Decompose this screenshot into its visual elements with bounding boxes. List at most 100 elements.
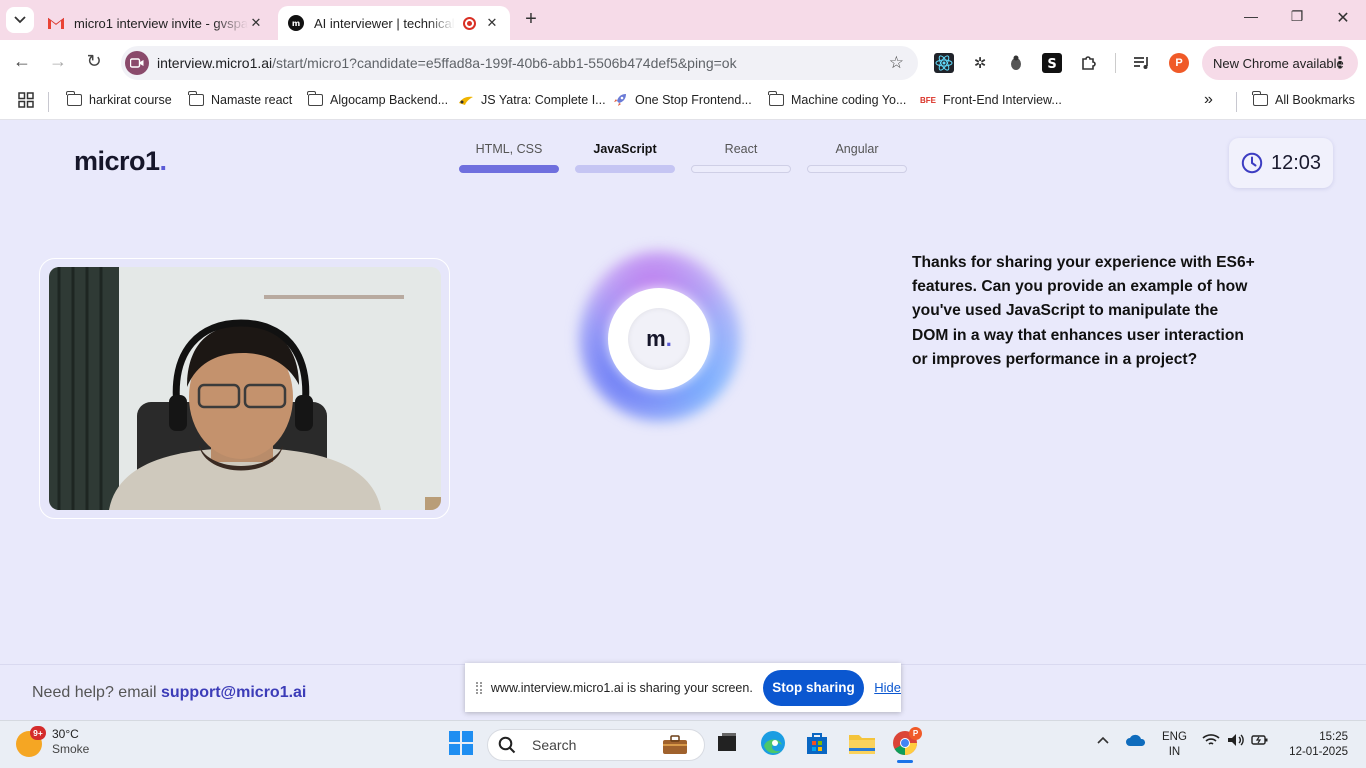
active-app-indicator xyxy=(897,760,913,763)
bookmark-harkirat-course[interactable]: harkirat course xyxy=(65,91,172,107)
micro1-logo: micro1. xyxy=(74,146,167,176)
reload-icon[interactable]: ↻ xyxy=(82,51,106,72)
show-hidden-icons-icon[interactable] xyxy=(1096,733,1110,748)
onedrive-icon[interactable] xyxy=(1125,733,1147,750)
bfe-icon: BFE xyxy=(920,95,936,105)
restore-icon[interactable]: ❐ xyxy=(1285,8,1309,25)
task-view-icon[interactable] xyxy=(714,730,742,758)
search-icon xyxy=(498,736,516,754)
tab-strip: micro1 interview invite - gvspav ✕ m AI … xyxy=(0,0,1366,40)
minimize-icon[interactable]: — xyxy=(1239,8,1263,24)
edge-browser-icon[interactable] xyxy=(760,730,788,758)
folder-icon xyxy=(65,91,82,107)
step-progress-bar xyxy=(807,165,907,173)
share-notice-text: www.interview.micro1.ai is sharing your … xyxy=(490,680,753,695)
bookmarks-divider xyxy=(1236,92,1237,112)
apps-grid-icon[interactable] xyxy=(18,92,34,108)
interview-timer: 12:03 xyxy=(1229,138,1333,188)
drag-handle-icon[interactable] xyxy=(476,681,482,694)
step-angular: Angular xyxy=(807,141,907,173)
weather-widget[interactable]: 9+ 30°C Smoke xyxy=(16,726,89,757)
language-indicator[interactable]: ENG IN xyxy=(1162,730,1187,760)
support-email-link[interactable]: support@micro1.ai xyxy=(161,684,306,701)
windows-taskbar: 9+ 30°C Smoke Search P ENG IN 15:25 12-0… xyxy=(0,720,1366,768)
step-progress-bar xyxy=(575,165,675,173)
forward-arrow-icon[interactable]: → xyxy=(46,51,70,72)
briefcase-icon xyxy=(663,735,687,754)
profile-avatar[interactable]: P xyxy=(1169,53,1189,73)
clock-icon xyxy=(1241,152,1263,174)
tab-gmail[interactable]: micro1 interview invite - gvspav ✕ xyxy=(38,6,274,40)
close-tab-icon[interactable]: ✕ xyxy=(484,15,500,31)
volume-icon[interactable] xyxy=(1227,733,1245,750)
bookmarks-bar: harkirat course Namaste react Algocamp B… xyxy=(0,86,1366,120)
back-arrow-icon[interactable]: ← xyxy=(10,51,34,72)
step-react: React xyxy=(691,141,791,173)
taskbar-search[interactable]: Search xyxy=(487,729,705,761)
bookmark-one-stop-frontend[interactable]: One Stop Frontend... xyxy=(612,93,752,107)
tab-title: micro1 interview invite - gvspav xyxy=(74,15,248,31)
bookmark-front-end-interview[interactable]: BFE Front-End Interview... xyxy=(920,93,1062,107)
media-controls-icon[interactable] xyxy=(1131,52,1153,74)
interview-progress-steps: HTML, CSS JavaScript React Angular xyxy=(459,141,907,173)
s-extension-icon[interactable]: S xyxy=(1041,52,1063,74)
bookmark-star-icon[interactable]: ☆ xyxy=(889,53,904,73)
toolbar-divider xyxy=(1115,53,1116,73)
folder-icon xyxy=(1251,91,1268,107)
folder-icon xyxy=(306,91,323,107)
weather-icon: 9+ xyxy=(16,726,46,757)
battery-icon[interactable] xyxy=(1251,733,1269,750)
bookmark-js-yatra[interactable]: JS Yatra: Complete I... xyxy=(458,93,606,107)
step-progress-bar xyxy=(691,165,791,173)
tab-title: AI interviewer | technical ve xyxy=(314,15,455,31)
browser-toolbar: ← → ↻ interview.micro1.ai/start/micro1?c… xyxy=(0,40,1366,86)
more-menu-icon[interactable]: ⋮ xyxy=(1332,53,1348,73)
screen-share-bar: www.interview.micro1.ai is sharing your … xyxy=(465,663,901,712)
system-clock[interactable]: 15:25 12-01-2025 xyxy=(1284,730,1348,760)
js-icon xyxy=(458,93,474,107)
step-progress-bar xyxy=(459,165,559,173)
step-javascript: JavaScript xyxy=(575,141,675,173)
notification-badge: 9+ xyxy=(30,726,46,740)
camera-permission-icon[interactable] xyxy=(125,51,149,75)
webcam-image xyxy=(49,267,441,510)
bookmarks-divider xyxy=(48,92,49,112)
close-window-icon[interactable]: ✕ xyxy=(1331,8,1355,28)
micro1-icon: m xyxy=(288,15,304,31)
chevron-down-icon xyxy=(14,16,26,24)
gmail-icon xyxy=(48,15,64,31)
hide-share-bar-link[interactable]: Hide xyxy=(874,680,901,695)
react-devtools-icon[interactable] xyxy=(933,52,955,74)
folder-icon xyxy=(767,91,784,107)
recording-icon xyxy=(463,16,476,30)
help-text: Need help? email support@micro1.ai xyxy=(32,684,307,701)
step-html-css: HTML, CSS xyxy=(459,141,559,173)
more-bookmarks-icon[interactable]: » xyxy=(1204,91,1213,109)
chrome-profile-badge: P xyxy=(909,727,922,740)
puzzle-extensions-icon[interactable] xyxy=(1078,52,1100,74)
all-bookmarks[interactable]: All Bookmarks xyxy=(1251,91,1355,107)
start-windows-icon[interactable] xyxy=(448,730,476,758)
folder-icon xyxy=(187,91,204,107)
tab-ai-interviewer[interactable]: m AI interviewer | technical ve ✕ xyxy=(278,6,510,40)
close-tab-icon[interactable]: ✕ xyxy=(248,15,264,31)
bookmark-algocamp-backend[interactable]: Algocamp Backend... xyxy=(306,91,448,107)
microsoft-store-icon[interactable] xyxy=(804,730,832,758)
new-chrome-available-button[interactable]: New Chrome available ⋮ xyxy=(1202,46,1358,80)
bookmark-machine-coding[interactable]: Machine coding Yo... xyxy=(767,91,906,107)
address-bar[interactable]: interview.micro1.ai/start/micro1?candida… xyxy=(121,46,918,80)
ai-avatar-logo: m. xyxy=(628,308,690,370)
tab-search-button[interactable] xyxy=(6,7,34,33)
ladybug-extension-icon[interactable] xyxy=(1005,52,1027,74)
bookmark-namaste-react[interactable]: Namaste react xyxy=(187,91,292,107)
stop-sharing-button[interactable]: Stop sharing xyxy=(762,669,865,706)
file-explorer-icon[interactable] xyxy=(848,730,876,758)
wifi-icon[interactable] xyxy=(1202,733,1220,750)
url-text: interview.micro1.ai/start/micro1?candida… xyxy=(157,55,737,71)
bug-extension-icon[interactable]: ✲ xyxy=(969,52,991,74)
chrome-icon[interactable]: P xyxy=(892,727,922,763)
svg-text:S: S xyxy=(1047,57,1056,72)
candidate-camera-feed xyxy=(49,267,441,510)
new-tab-button[interactable]: + xyxy=(520,8,542,31)
rocket-icon xyxy=(612,93,628,107)
